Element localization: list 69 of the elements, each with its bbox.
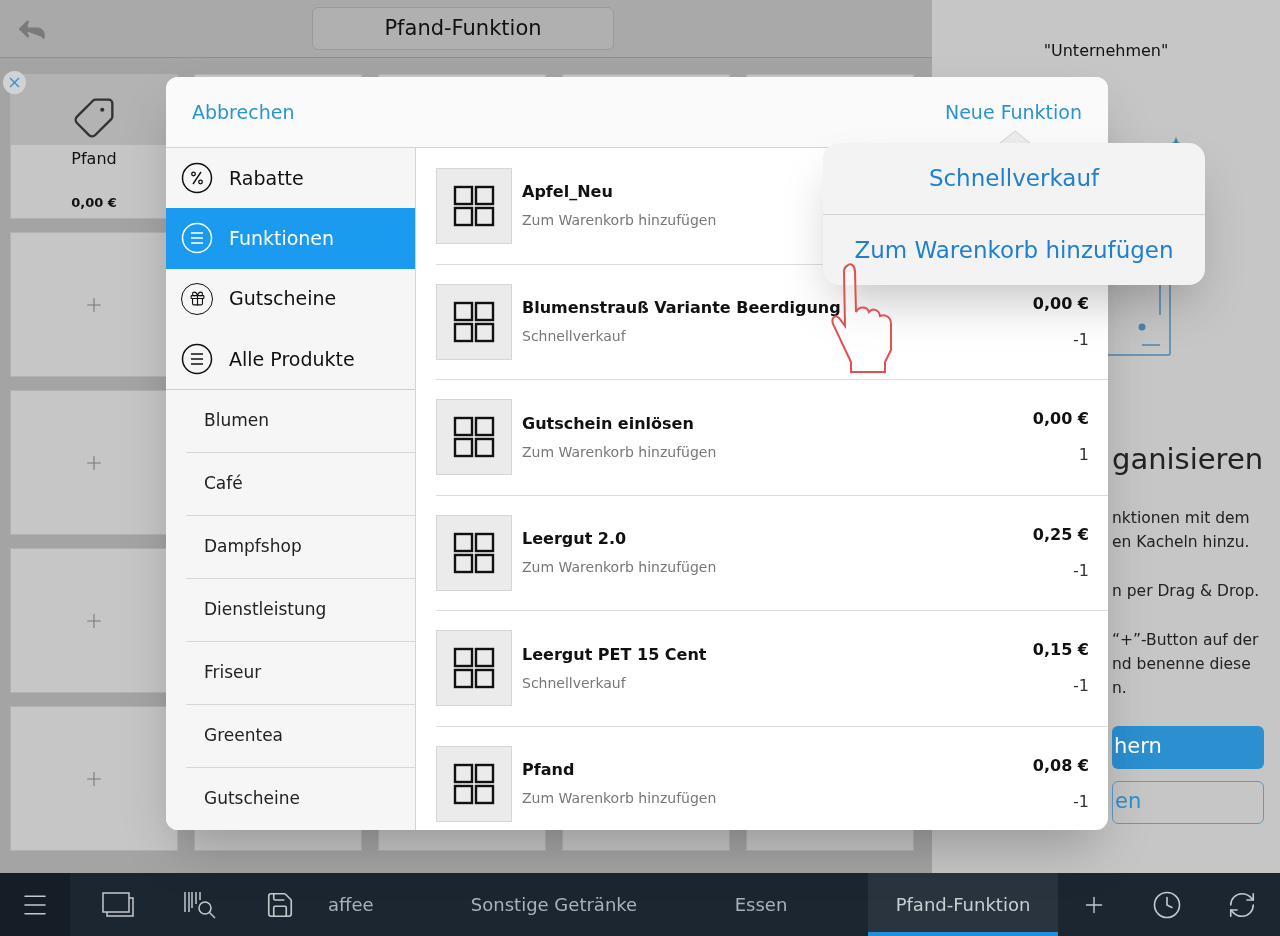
tile-label: Pfand <box>70 148 118 170</box>
grid-icon <box>453 762 495 805</box>
grid-icon <box>453 647 495 690</box>
item-quantity: -1 <box>1073 790 1089 813</box>
item-title: Pfand <box>522 759 576 782</box>
grid-icon <box>453 184 495 227</box>
group-item[interactable]: Gutscheine <box>186 768 415 830</box>
item-price: 0,00 € <box>1032 408 1089 431</box>
list-icon <box>181 222 213 255</box>
item-title: Leergut 2.0 <box>522 528 628 551</box>
text-line: n. <box>1112 677 1128 699</box>
group-item[interactable]: Friseur <box>186 642 415 704</box>
text-line: n per Drag & Drop. <box>1112 580 1261 602</box>
item-subtitle: Schnellverkauf <box>522 327 627 347</box>
text-line: en Kacheln hinzu. <box>1112 531 1251 553</box>
function-row[interactable]: Leergut 2.0 Zum Warenkorb hinzufügen 0,25 € -1 <box>436 494 1108 610</box>
tile-price: 0,00 € <box>70 194 118 212</box>
group-item[interactable]: Dampfshop <box>186 516 415 578</box>
add-tile[interactable] <box>10 706 178 851</box>
grid-icon <box>453 416 495 459</box>
category-item[interactable]: Alle Produkte <box>166 328 415 389</box>
text-line: nktionen mit dem <box>1112 507 1251 529</box>
windows-icon <box>101 890 135 919</box>
grid-icon <box>453 300 495 343</box>
item-quantity: -1 <box>1073 675 1089 698</box>
product-tile[interactable]: Pfand 0,00 € <box>10 74 178 219</box>
menu-option[interactable]: Zum Warenkorb hinzufügen <box>823 214 1205 285</box>
text-line: “+”-Button auf der <box>1112 629 1260 651</box>
remove-badge[interactable] <box>3 71 26 94</box>
percent-icon <box>181 162 213 195</box>
item-title: Leergut PET 15 Cent <box>522 643 708 666</box>
item-title: Gutschein einlösen <box>522 412 695 435</box>
clock-icon[interactable] <box>1152 889 1182 920</box>
item-quantity: 1 <box>1078 444 1089 467</box>
category-item[interactable]: Gutscheine <box>166 268 415 329</box>
category-tab[interactable]: affee <box>308 873 454 936</box>
item-price: 0,25 € <box>1032 523 1089 546</box>
item-subtitle: Zum Warenkorb hinzufügen <box>522 211 718 231</box>
group-item[interactable]: Greentea <box>186 705 415 767</box>
tag-icon <box>72 96 116 140</box>
function-row[interactable]: Leergut PET 15 Cent Schnellverkauf 0,15 € -1 <box>436 610 1108 726</box>
item-subtitle: Schnellverkauf <box>522 673 627 693</box>
grid-icon <box>453 531 495 574</box>
group-item[interactable]: Blumen <box>186 390 415 452</box>
close-icon <box>9 77 20 88</box>
menu-option[interactable]: Schnellverkauf <box>823 143 1205 214</box>
item-quantity: -1 <box>1073 559 1089 582</box>
group-item[interactable]: Dienstleistung <box>186 579 415 641</box>
company-label: "Unternehmen" <box>1042 40 1170 62</box>
barcode-search-icon <box>183 889 217 920</box>
list-icon <box>181 342 213 375</box>
item-title: Blumenstrauß Variante Beerdigung <box>522 297 842 320</box>
item-price: 0,08 € <box>1032 754 1089 777</box>
item-subtitle: Zum Warenkorb hinzufügen <box>522 789 718 809</box>
category-tab[interactable]: Essen <box>654 873 868 936</box>
primary-button[interactable]: hern <box>1112 725 1264 769</box>
section-heading: ganisieren <box>1112 441 1265 478</box>
category-tab[interactable]: Pfand-Funktion <box>868 873 1058 936</box>
item-quantity: -1 <box>1073 328 1089 351</box>
category-tab[interactable]: Sonstige Getränke <box>454 873 654 936</box>
item-price: 0,00 € <box>1032 292 1089 315</box>
text-line: nd benenne diese <box>1112 653 1252 675</box>
group-item[interactable]: Café <box>186 453 415 515</box>
item-title: Apfel_Neu <box>522 181 614 204</box>
item-subtitle: Zum Warenkorb hinzufügen <box>522 558 718 578</box>
item-subtitle: Zum Warenkorb hinzufügen <box>522 442 718 462</box>
function-row[interactable]: Gutschein einlösen Zum Warenkorb hinzufügen 0,00 € 1 <box>436 379 1108 495</box>
item-price: 0,15 € <box>1032 639 1089 662</box>
page-title-button[interactable]: Pfand-Funktion <box>312 7 614 50</box>
